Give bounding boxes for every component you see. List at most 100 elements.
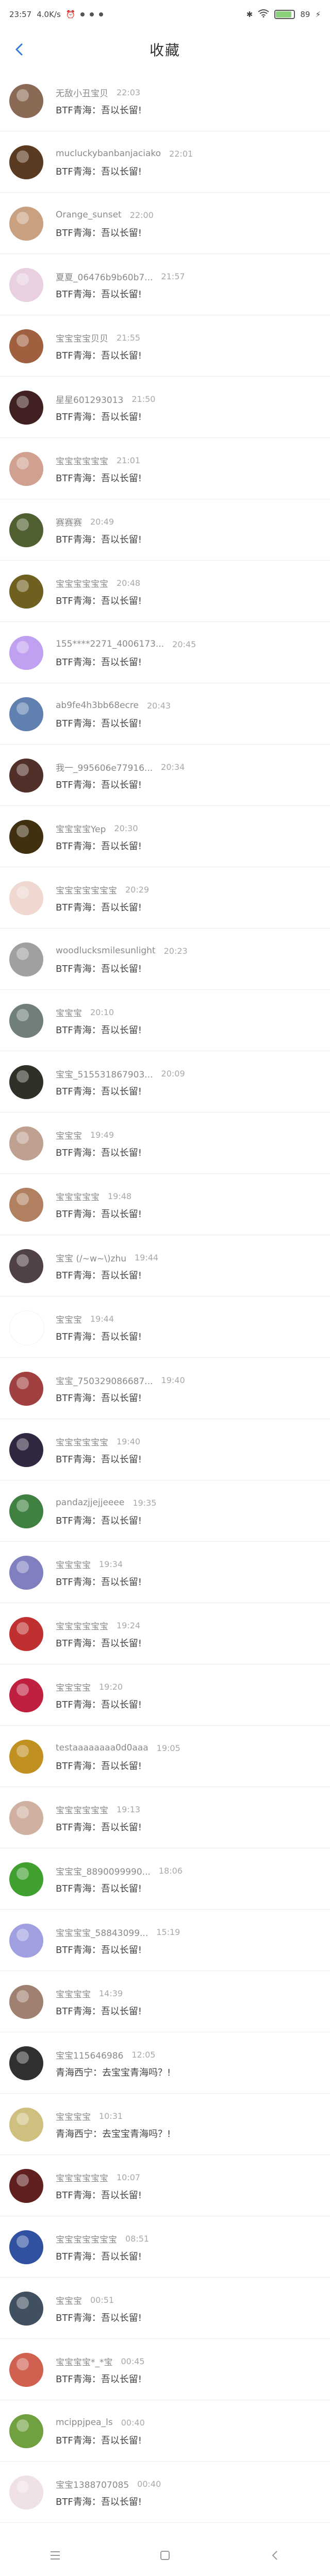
list-item[interactable]: 宝宝宝宝宝宝宝 08:51 BTF青海：吾以长留! bbox=[0, 2216, 330, 2278]
username[interactable]: 宝宝宝宝宝宝宝 bbox=[56, 2232, 117, 2245]
username[interactable]: 宝宝宝 bbox=[56, 2294, 82, 2306]
avatar[interactable] bbox=[9, 2476, 43, 2510]
list-item[interactable]: woodlucksmilesunlight 20:23 BTF青海：吾以长留! bbox=[0, 929, 330, 990]
username[interactable]: 宝宝宝宝宝 bbox=[56, 1190, 100, 1203]
list-item[interactable]: 宝宝宝宝Yep 20:30 BTF青海：吾以长留! bbox=[0, 806, 330, 867]
username[interactable]: 宝宝宝宝宝宝 bbox=[56, 577, 108, 590]
avatar[interactable] bbox=[9, 145, 43, 179]
list-item[interactable]: ab9fe4h3bb68ecre 20:43 BTF青海：吾以长留! bbox=[0, 683, 330, 745]
list-item[interactable]: 宝宝宝宝宝宝 20:48 BTF青海：吾以长留! bbox=[0, 561, 330, 622]
username[interactable]: 宝宝宝宝Yep bbox=[56, 822, 106, 835]
list-item[interactable]: 155****2271_4006173... 20:45 BTF青海：吾以长留! bbox=[0, 622, 330, 683]
avatar[interactable] bbox=[9, 1065, 43, 1099]
avatar[interactable] bbox=[9, 1494, 43, 1528]
avatar[interactable] bbox=[9, 1862, 43, 1896]
avatar[interactable] bbox=[9, 84, 43, 118]
avatar[interactable] bbox=[9, 1740, 43, 1774]
avatar[interactable] bbox=[9, 2108, 43, 2142]
avatar[interactable] bbox=[9, 329, 43, 363]
username[interactable]: woodlucksmilesunlight bbox=[56, 946, 156, 956]
username[interactable]: 我一_995606e77916... bbox=[56, 761, 153, 773]
username[interactable]: 宝宝宝宝宝宝 bbox=[56, 1619, 108, 1632]
username[interactable]: 宝宝宝宝宝宝 bbox=[56, 2171, 108, 2184]
avatar[interactable] bbox=[9, 2169, 43, 2203]
list-item[interactable]: 宝宝115646986 12:05 青海西宁：去宝宝青海吗？! bbox=[0, 2032, 330, 2094]
list-item[interactable]: 宝宝宝宝宝 19:48 BTF青海：吾以长留! bbox=[0, 1174, 330, 1235]
list-item[interactable]: 宝宝 (/~w~\)zhu 19:44 BTF青海：吾以长留! bbox=[0, 1235, 330, 1297]
username[interactable]: 宝宝_515531867903... bbox=[56, 1067, 153, 1080]
avatar[interactable] bbox=[9, 759, 43, 793]
username[interactable]: 155****2271_4006173... bbox=[56, 639, 164, 649]
username[interactable]: 宝宝宝宝 bbox=[56, 1680, 91, 1693]
list-item[interactable]: 宝宝宝宝贝贝 21:55 BTF青海：吾以长留! bbox=[0, 315, 330, 377]
avatar[interactable] bbox=[9, 1433, 43, 1467]
avatar[interactable] bbox=[9, 1678, 43, 1712]
avatar[interactable] bbox=[9, 1556, 43, 1590]
list-item[interactable]: 宝宝宝 00:51 BTF青海：吾以长留! bbox=[0, 2278, 330, 2339]
avatar[interactable] bbox=[9, 513, 43, 547]
username[interactable]: 宝宝宝宝宝宝 bbox=[56, 454, 108, 467]
username[interactable]: 宝宝宝宝_58843099... bbox=[56, 1926, 148, 1939]
username[interactable]: testaaaaaaaa0d0aaa bbox=[56, 1743, 148, 1753]
list-item[interactable]: 宝宝宝宝 14:39 BTF青海：吾以长留! bbox=[0, 1971, 330, 2032]
username[interactable]: 宝宝宝宝宝宝宝 bbox=[56, 883, 117, 896]
username[interactable]: mucluckybanbanjaciako bbox=[56, 148, 161, 159]
avatar[interactable] bbox=[9, 2230, 43, 2264]
list-item[interactable]: 宝宝宝宝 19:20 BTF青海：吾以长留! bbox=[0, 1664, 330, 1726]
list-item[interactable]: 宝宝宝 19:49 BTF青海：吾以长留! bbox=[0, 1113, 330, 1174]
username[interactable]: 宝宝 (/~w~\)zhu bbox=[56, 1251, 126, 1264]
list-item[interactable]: 宝宝宝宝宝宝 21:01 BTF青海：吾以长留! bbox=[0, 438, 330, 499]
username[interactable]: pandazjjejjeeee bbox=[56, 1497, 124, 1508]
avatar[interactable] bbox=[9, 575, 43, 609]
username[interactable]: 宝宝宝宝 bbox=[56, 1987, 91, 2000]
username[interactable]: 宝宝1388707085 bbox=[56, 2478, 129, 2490]
list-item[interactable]: 我一_995606e77916... 20:34 BTF青海：吾以长留! bbox=[0, 745, 330, 806]
list-item[interactable]: pandazjjejjeeee 19:35 BTF青海：吾以长留! bbox=[0, 1480, 330, 1542]
list-item[interactable]: 宝宝宝宝*_*宝 00:45 BTF青海：吾以长留! bbox=[0, 2339, 330, 2400]
list-item[interactable]: 宝宝宝宝宝宝宝 20:29 BTF青海：吾以长留! bbox=[0, 867, 330, 929]
username[interactable]: 宝宝宝宝 bbox=[56, 1558, 91, 1571]
list-item[interactable]: 无敌小丑宝贝 22:03 BTF青海：吾以长留! bbox=[0, 70, 330, 131]
username[interactable]: 宝宝_750329086687... bbox=[56, 1374, 153, 1387]
list-item[interactable]: 星星601293013 21:50 BTF青海：吾以长留! bbox=[0, 377, 330, 438]
list-item[interactable]: mcippjpea_ls 00:40 BTF青海：吾以长留! bbox=[0, 2400, 330, 2462]
avatar[interactable] bbox=[9, 697, 43, 731]
list-item[interactable]: 宝宝宝宝_58843099... 15:19 BTF青海：吾以长留! bbox=[0, 1910, 330, 1971]
menu-button[interactable] bbox=[40, 2540, 71, 2571]
list-item[interactable]: 宝宝宝 19:44 BTF青海：吾以长留! bbox=[0, 1297, 330, 1358]
username[interactable]: 宝宝宝宝*_*宝 bbox=[56, 2355, 113, 2368]
avatar[interactable] bbox=[9, 207, 43, 241]
list-item[interactable]: mucluckybanbanjaciako 22:01 BTF青海：吾以长留! bbox=[0, 131, 330, 193]
avatar[interactable] bbox=[9, 268, 43, 302]
list-item[interactable]: 宝宝宝 20:10 BTF青海：吾以长留! bbox=[0, 990, 330, 1051]
list-item[interactable]: 宝宝宝宝宝宝 19:24 BTF青海：吾以长留! bbox=[0, 1603, 330, 1664]
username[interactable]: 宝宝宝宝贝贝 bbox=[56, 331, 108, 344]
username[interactable]: 宝宝宝宝 bbox=[56, 2110, 91, 2123]
list-item[interactable]: Orange_sunset 22:00 BTF青海：吾以长留! bbox=[0, 193, 330, 254]
list-item[interactable]: 宝宝1388707085 00:40 BTF青海：吾以长留! bbox=[0, 2462, 330, 2523]
avatar[interactable] bbox=[9, 636, 43, 670]
avatar[interactable] bbox=[9, 1985, 43, 2019]
username[interactable]: ab9fe4h3bb68ecre bbox=[56, 700, 139, 711]
list-item[interactable]: 宝宝宝宝宝宝 19:13 BTF青海：吾以长留! bbox=[0, 1787, 330, 1848]
avatar[interactable] bbox=[9, 1372, 43, 1406]
avatar[interactable] bbox=[9, 452, 43, 486]
username[interactable]: Orange_sunset bbox=[56, 210, 122, 220]
nav-back-button[interactable] bbox=[259, 2540, 290, 2571]
username[interactable]: 星星601293013 bbox=[56, 393, 123, 406]
username[interactable]: 赛赛赛 bbox=[56, 515, 82, 528]
list-item[interactable]: 赛赛赛 20:49 BTF青海：吾以长留! bbox=[0, 499, 330, 561]
avatar[interactable] bbox=[9, 2414, 43, 2448]
username[interactable]: 无敌小丑宝贝 bbox=[56, 86, 108, 99]
avatar[interactable] bbox=[9, 942, 43, 976]
list-item[interactable]: 宝宝宝宝宝宝 19:40 BTF青海：吾以长留! bbox=[0, 1419, 330, 1480]
username[interactable]: 宝宝宝宝宝宝 bbox=[56, 1803, 108, 1816]
avatar[interactable] bbox=[9, 1004, 43, 1038]
avatar[interactable] bbox=[9, 1188, 43, 1222]
avatar[interactable] bbox=[9, 820, 43, 854]
username[interactable]: 宝宝宝 bbox=[56, 1129, 82, 1141]
list-item[interactable]: 夏夏_06476b9b60b7... 21:57 BTF青海：吾以长留! bbox=[0, 254, 330, 315]
avatar[interactable] bbox=[9, 2046, 43, 2080]
avatar[interactable] bbox=[9, 2353, 43, 2387]
list-item[interactable]: 宝宝_750329086687... 19:40 BTF青海：吾以长留! bbox=[0, 1358, 330, 1419]
